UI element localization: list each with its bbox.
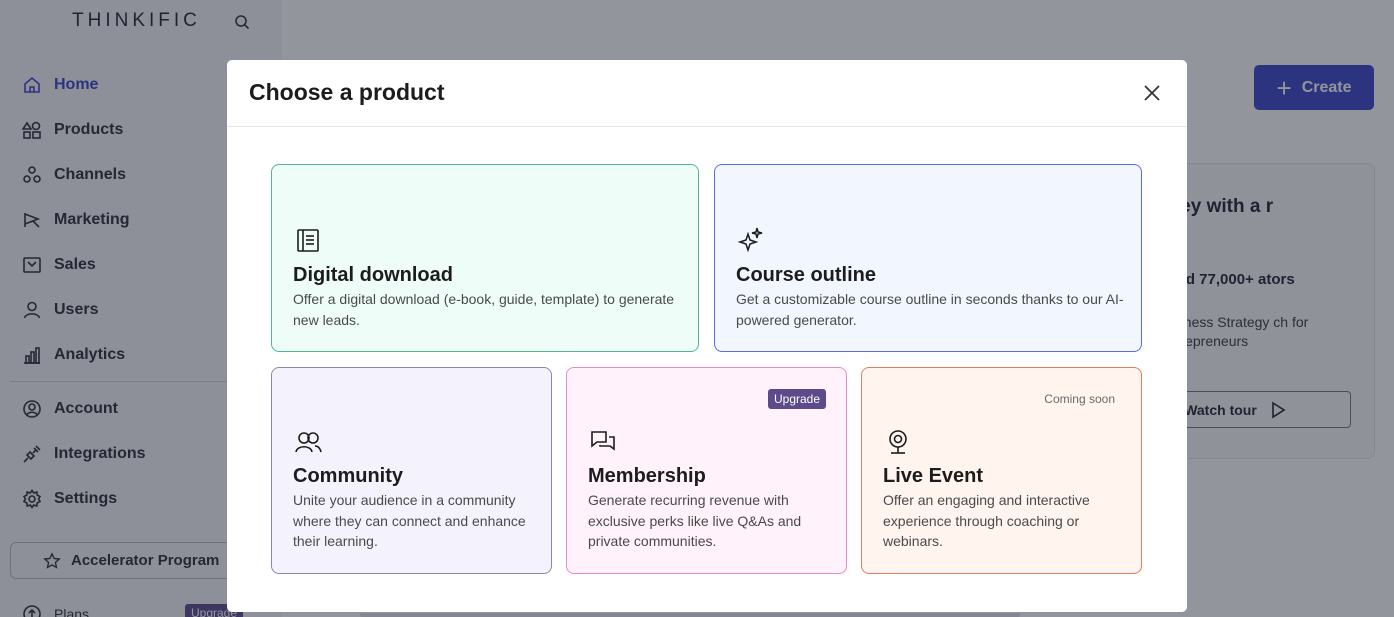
card-description: Unite your audience in a community where… <box>293 492 526 549</box>
modal-title: Choose a product <box>249 79 445 105</box>
product-card-digital-download[interactable]: Digital download Offer a digital downloa… <box>271 164 699 352</box>
card-title: Community <box>293 465 403 487</box>
card-title: Course outline <box>736 264 877 286</box>
webcam-icon <box>889 430 907 454</box>
product-card-community[interactable]: Community Unite your audience in a commu… <box>271 367 552 574</box>
coming-soon-label: Coming soon <box>1044 392 1115 406</box>
chat-bubbles-icon <box>591 431 615 451</box>
product-card-live-event[interactable]: Coming soon Live Event Offer an engaging… <box>861 367 1142 574</box>
card-title: Live Event <box>883 465 984 487</box>
choose-product-modal: Choose a product Digital download Offer … <box>227 60 1187 612</box>
modal-header: Choose a product <box>227 60 1187 127</box>
card-description: Get a customizable course outline in sec… <box>736 291 1124 328</box>
sparkles-icon <box>737 227 763 253</box>
card-description: Offer a digital download (e-book, guide,… <box>293 291 675 328</box>
card-description: Offer an engaging and interactive experi… <box>883 492 1090 549</box>
community-icon <box>295 432 322 453</box>
product-card-course-outline[interactable]: Course outline Get a customizable course… <box>714 164 1142 352</box>
close-icon[interactable] <box>1141 82 1163 104</box>
card-title: Digital download <box>293 264 453 286</box>
card-description: Generate recurring revenue with exclusiv… <box>588 492 802 549</box>
product-card-membership[interactable]: Upgrade Membership Generate recurring re… <box>566 367 847 574</box>
card-title: Membership <box>588 465 706 487</box>
document-icon <box>297 229 319 252</box>
upgrade-badge[interactable]: Upgrade <box>768 389 827 409</box>
